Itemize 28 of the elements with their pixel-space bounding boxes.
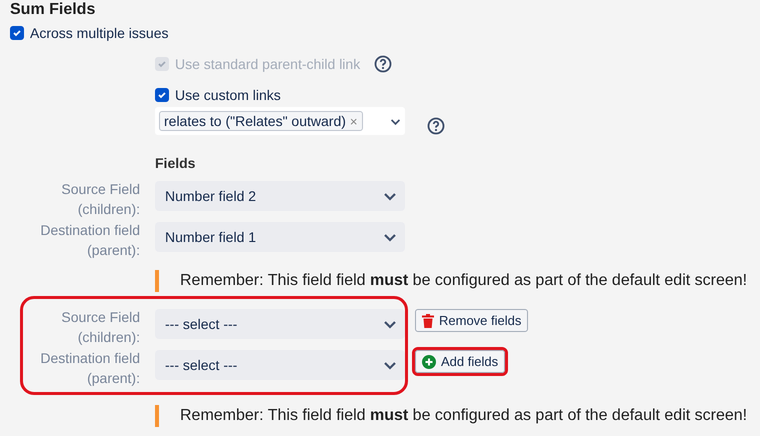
section-title: Sum Fields [10,1,96,19]
add-fields-button[interactable]: Add fields [415,350,506,373]
fields-heading: Fields [155,155,196,171]
link-tag: relates to ("Relates" outward) × [159,111,362,131]
remove-fields-button[interactable]: Remove fields [415,309,528,332]
checkbox-label: Across multiple issues [30,25,168,41]
help-icon[interactable] [374,55,392,73]
notice-text: Remember: This field field must be configured as part of the default edit screen! [155,270,750,292]
field-label: Source Field (children): [60,180,140,219]
notice-text: Remember: This field field must be configured as part of the default edit screen! [155,405,750,427]
link-type-select[interactable]: relates to ("Relates" outward) × [155,107,405,135]
checkmark-icon [157,90,167,100]
checkbox[interactable] [10,26,24,40]
field-select[interactable]: --- select --- [155,350,405,380]
checkbox[interactable] [155,88,169,102]
checkmark-icon [12,28,22,38]
checkbox-label: Use custom links [175,87,281,103]
help-icon[interactable] [427,117,445,135]
field-label: Source Field (children): [60,308,140,347]
field-label: Destination field (parent): [39,349,140,388]
plus-icon [422,354,436,368]
field-label: Destination field (parent): [39,221,140,260]
trash-icon [422,314,434,328]
checkmark-icon [157,59,167,69]
field-select[interactable]: Number field 1 [155,222,405,252]
field-select[interactable]: Number field 2 [155,181,405,211]
checkbox-label: Use standard parent-child link [175,56,360,72]
field-select[interactable]: --- select --- [155,309,405,339]
